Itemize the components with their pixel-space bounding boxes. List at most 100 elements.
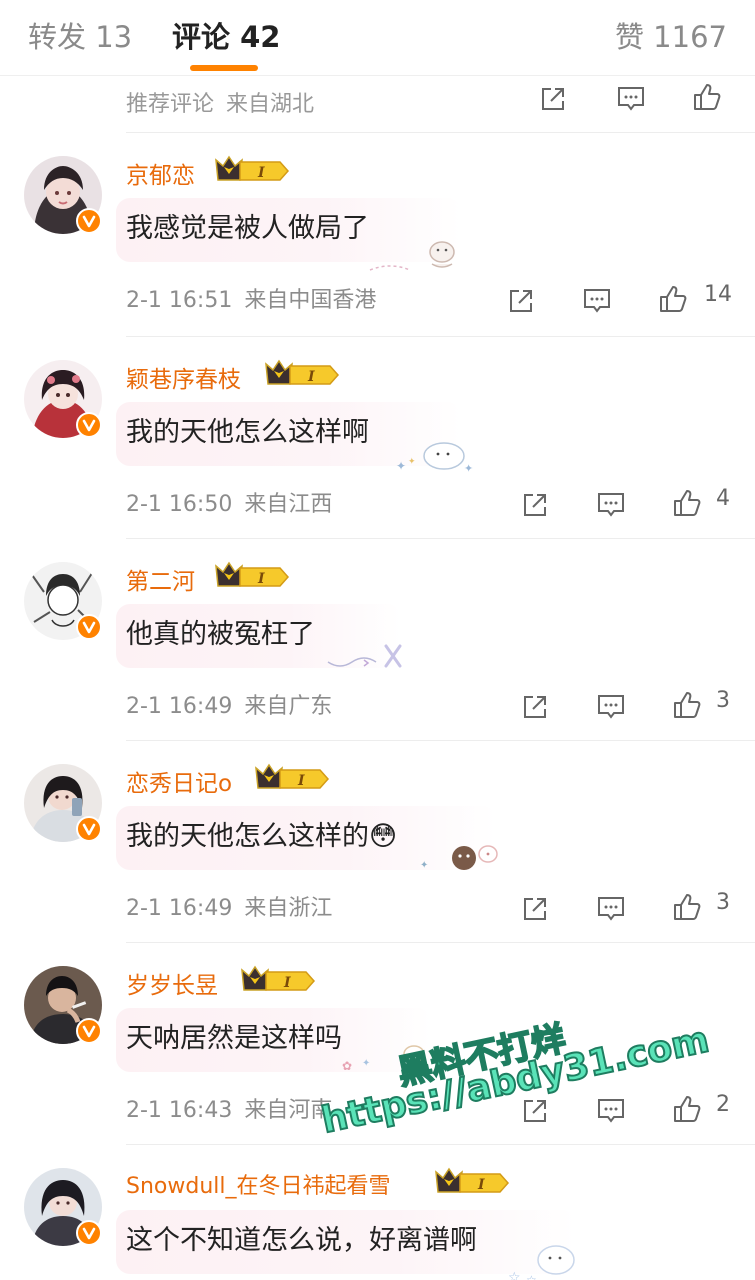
comment-text[interactable]: 我的天他怎么这样啊 <box>126 410 369 449</box>
svg-text:✦: ✦ <box>464 462 473 475</box>
svg-text:☆: ☆ <box>508 1270 521 1280</box>
divider <box>126 336 755 337</box>
verified-badge-icon <box>76 614 102 640</box>
comment-text[interactable]: 天呐居然是这样吗 <box>126 1016 342 1055</box>
comment-text[interactable]: 我感觉是被人做局了 <box>126 206 369 245</box>
like-count: 14 <box>704 282 732 307</box>
svg-text:I: I <box>257 165 265 181</box>
comment-icon[interactable] <box>616 84 646 114</box>
verified-badge-icon <box>76 1220 102 1246</box>
svg-text:I: I <box>257 571 265 587</box>
username[interactable]: 颖巷序春枝 <box>126 360 241 394</box>
verified-badge-icon <box>76 1018 102 1044</box>
thumb-up-icon[interactable] <box>672 892 702 922</box>
divider <box>126 942 755 943</box>
svg-text:✦: ✦ <box>408 457 416 467</box>
thumb-up-icon[interactable] <box>658 284 688 314</box>
comment-text[interactable]: 他真的被冤枉了 <box>126 612 315 651</box>
recommended-meta: 推荐评论 来自湖北 <box>126 86 314 118</box>
comment-item: 颖巷序春枝 I 我的天他怎么这样啊 ✦ ✦ ✦ 2-1 16:50 来自江西 4 <box>0 338 755 540</box>
crown-badge-icon: I <box>215 561 290 587</box>
username[interactable]: 恋秀日记o <box>126 764 232 798</box>
like-count: 3 <box>716 890 730 915</box>
bubble-decoration-icon: ☆ ☆ <box>508 1245 575 1280</box>
svg-text:I: I <box>307 369 315 385</box>
crown-badge-icon: I <box>435 1167 510 1193</box>
crown-badge-icon: I <box>241 965 316 991</box>
share-icon[interactable] <box>506 286 536 316</box>
tab-like[interactable]: 赞 1167 <box>615 14 727 56</box>
svg-text:✦: ✦ <box>362 1058 370 1069</box>
comment-location: 来自中国香港 <box>244 288 377 313</box>
svg-text:I: I <box>297 773 305 789</box>
divider <box>126 538 755 539</box>
crown-badge-icon: I <box>255 763 330 789</box>
share-icon[interactable] <box>538 84 568 114</box>
tab-repost[interactable]: 转发 13 <box>28 14 132 56</box>
verified-badge-icon <box>76 412 102 438</box>
recommended-comment-row: 推荐评论 来自湖北 <box>0 76 755 132</box>
comment-location: 来自河南 <box>244 1098 333 1123</box>
comment-meta: 2-1 16:43 来自河南 <box>126 1092 332 1124</box>
like-count: 3 <box>716 688 730 713</box>
bubble-decoration-icon: ✿ ✦ <box>342 1045 425 1073</box>
comment-item: 恋秀日记o I 我的天他怎么这样的😳 ✦ 2-1 16:49 来自浙江 3 <box>0 742 755 944</box>
thumb-up-icon[interactable] <box>672 1094 702 1124</box>
share-icon[interactable] <box>520 692 550 722</box>
svg-text:✿: ✿ <box>342 1059 352 1073</box>
comment-text[interactable]: 我的天他怎么这样的😳 <box>126 814 397 853</box>
active-tab-indicator <box>190 65 258 71</box>
svg-text:I: I <box>477 1177 485 1193</box>
share-icon[interactable] <box>520 894 550 924</box>
comment-icon[interactable] <box>596 894 626 924</box>
comment-item: 京郁恋 I 我感觉是被人做局了 2-1 16:51 来自中国香港 14 <box>0 134 755 336</box>
thumb-up-icon[interactable] <box>672 488 702 518</box>
share-icon[interactable] <box>520 490 550 520</box>
comment-meta: 2-1 16:49 来自浙江 <box>126 890 332 922</box>
comment-time: 2-1 16:49 <box>126 896 233 921</box>
comment-time: 2-1 16:51 <box>126 288 233 313</box>
like-count: 4 <box>716 486 730 511</box>
bubble-decoration-icon: ✦ <box>420 845 498 871</box>
comment-time: 2-1 16:50 <box>126 492 233 517</box>
comment-meta: 2-1 16:51 来自中国香港 <box>126 282 376 314</box>
verified-badge-icon <box>76 816 102 842</box>
thumb-up-icon[interactable] <box>672 690 702 720</box>
comment-icon[interactable] <box>596 490 626 520</box>
crown-badge-icon: I <box>265 359 340 385</box>
tab-bar: 转发 13 评论 42 赞 1167 <box>0 0 755 76</box>
comment-location: 来自广东 <box>244 694 333 719</box>
recommended-tag: 推荐评论 <box>126 92 215 117</box>
divider <box>126 132 755 133</box>
bubble-decoration-icon <box>327 644 402 668</box>
comment-item: 岁岁长昱 I 天呐居然是这样吗 ✿ ✦ 2-1 16:43 来自河南 2 <box>0 944 755 1146</box>
comment-icon[interactable] <box>596 1096 626 1126</box>
thumb-up-icon[interactable] <box>692 82 722 112</box>
svg-text:I: I <box>283 975 291 991</box>
bubble-decoration-icon: ✦ ✦ ✦ <box>396 442 473 475</box>
username[interactable]: 京郁恋 <box>126 156 195 190</box>
comment-item: 第二河 I 他真的被冤枉了 2-1 16:49 来自广东 3 <box>0 540 755 742</box>
comment-time: 2-1 16:49 <box>126 694 233 719</box>
recommended-location: 来自湖北 <box>226 92 315 117</box>
tab-comment[interactable]: 评论 42 <box>172 14 280 56</box>
comment-meta: 2-1 16:49 来自广东 <box>126 688 332 720</box>
share-icon[interactable] <box>520 1096 550 1126</box>
comment-time: 2-1 16:43 <box>126 1098 233 1123</box>
svg-text:☆: ☆ <box>526 1273 537 1280</box>
svg-text:✦: ✦ <box>420 860 428 871</box>
comment-location: 来自浙江 <box>244 896 333 921</box>
username[interactable]: 岁岁长昱 <box>126 966 218 1000</box>
username[interactable]: 第二河 <box>126 562 195 596</box>
username[interactable]: Snowdull_在冬日祎起看雪 <box>126 1168 391 1200</box>
divider <box>126 740 755 741</box>
comment-item: Snowdull_在冬日祎起看雪 I 这个不知道怎么说，好离谱啊 ☆ ☆ <box>0 1146 755 1280</box>
comment-icon[interactable] <box>582 286 612 316</box>
crown-badge-icon: I <box>215 155 290 181</box>
divider <box>126 1144 755 1145</box>
comment-text[interactable]: 这个不知道怎么说，好离谱啊 <box>126 1218 477 1257</box>
comment-icon[interactable] <box>596 692 626 722</box>
verified-badge-icon <box>76 208 102 234</box>
bubble-decoration-icon <box>369 241 455 271</box>
like-count: 2 <box>716 1092 730 1117</box>
